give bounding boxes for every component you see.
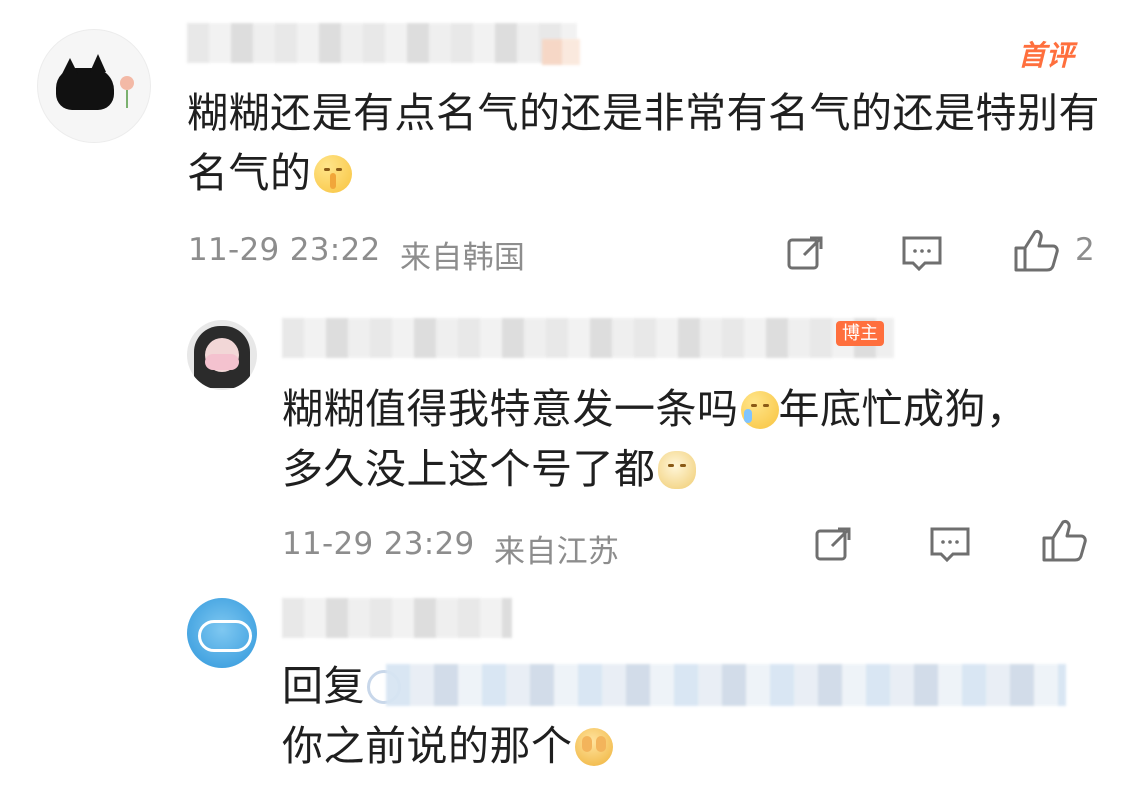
share-icon[interactable] xyxy=(814,523,856,565)
cloud-icon xyxy=(198,620,252,652)
share-icon[interactable] xyxy=(786,232,828,274)
user-level-badge-blurred xyxy=(542,39,580,65)
mentioned-user-blurred[interactable] xyxy=(386,664,1066,706)
flower-icon xyxy=(120,76,134,90)
username-blurred[interactable] xyxy=(187,23,577,63)
flower-stem-icon xyxy=(126,90,128,108)
username-blurred[interactable] xyxy=(282,318,894,358)
cat-ear-right-icon xyxy=(90,54,106,72)
like-icon[interactable] xyxy=(1011,226,1059,274)
avatar[interactable] xyxy=(187,598,257,668)
first-comment-badge: 首评 xyxy=(1018,39,1075,72)
mask-icon xyxy=(205,354,239,370)
comment-time: 11-29 23:22 xyxy=(188,232,381,268)
username-blurred[interactable] xyxy=(282,598,512,638)
doge-emoji xyxy=(657,451,696,489)
comment-time: 11-29 23:29 xyxy=(282,526,475,562)
avatar[interactable] xyxy=(37,29,151,143)
like-icon[interactable] xyxy=(1039,516,1087,564)
laughing-tears-emoji xyxy=(740,391,779,429)
avatar[interactable] xyxy=(187,320,257,390)
blogger-badge: 博主 xyxy=(836,321,884,346)
covered-face-emoji xyxy=(574,728,613,766)
comment-icon[interactable] xyxy=(901,232,943,274)
comment-location: 来自江苏 xyxy=(494,534,620,570)
comment-location: 来自韩国 xyxy=(400,240,526,276)
shush-face-emoji xyxy=(313,155,352,193)
comment-icon[interactable] xyxy=(929,523,971,565)
like-count: 2 xyxy=(1075,232,1096,268)
reply-prefix: 回复 xyxy=(282,662,365,710)
reply-text: 糊糊值得我特意发一条吗 年底忙成狗， 多久没上这个号了都 xyxy=(282,385,1028,493)
cat-ear-left-icon xyxy=(62,58,78,74)
black-cat-avatar-icon xyxy=(56,68,114,110)
comment-text: 糊糊还是有点名气的还是非常有名气的还是特别有名气的 xyxy=(187,89,1100,197)
